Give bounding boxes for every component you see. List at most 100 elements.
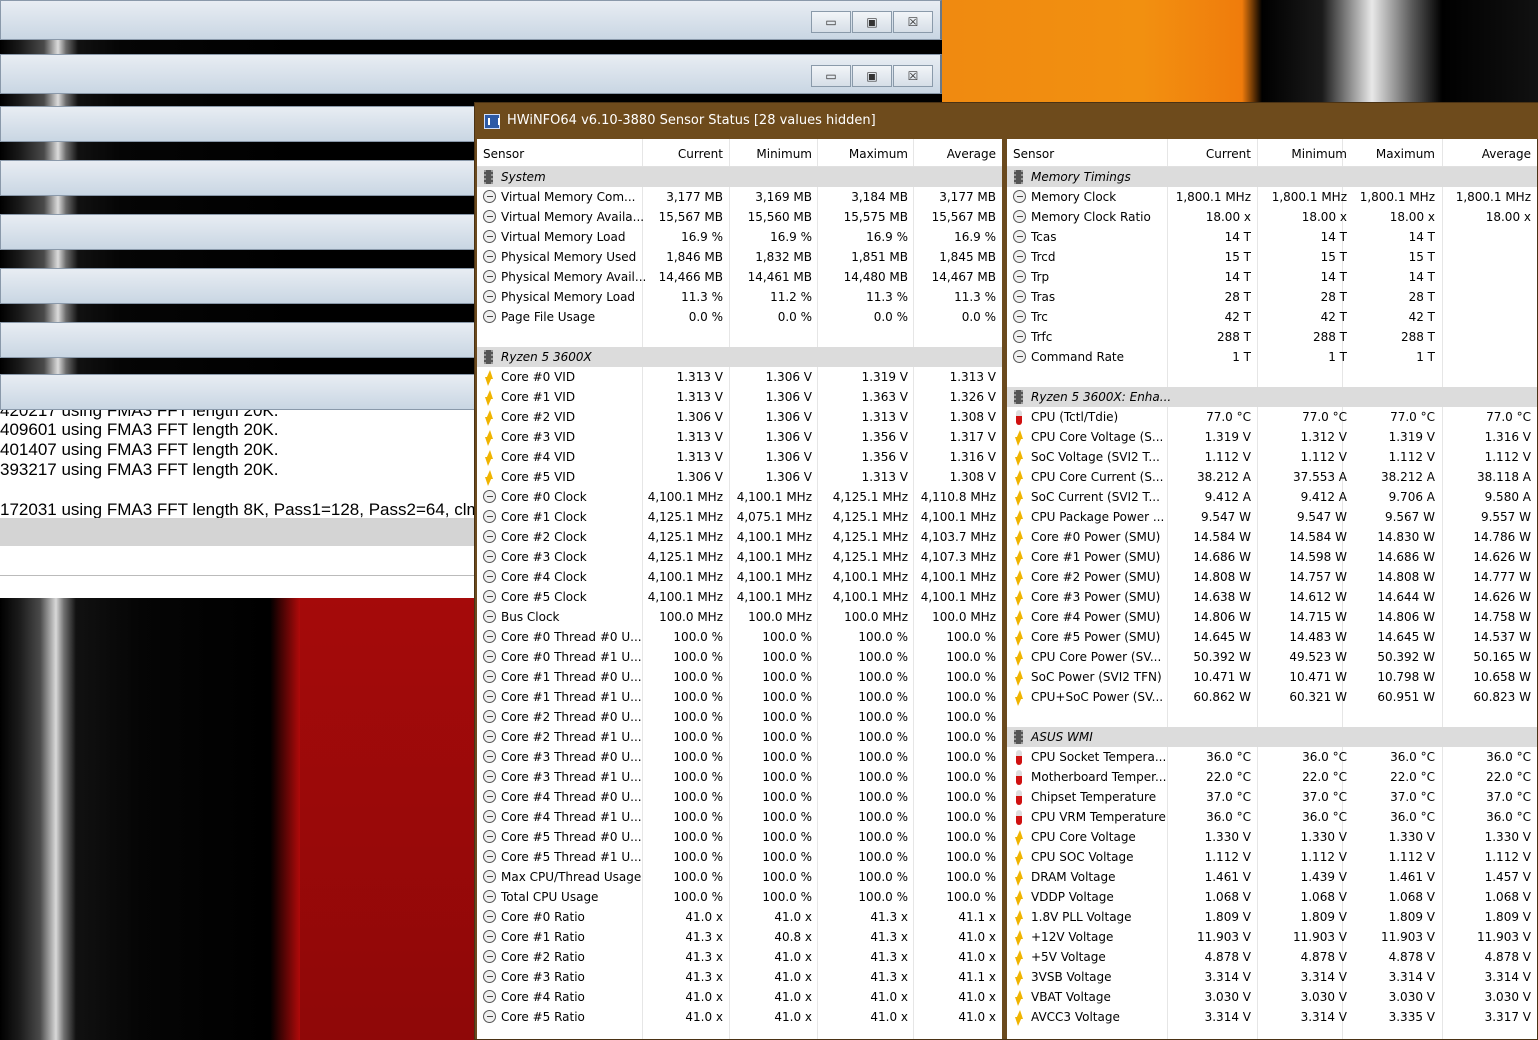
sensor-row[interactable]: Core #2 Power (SMU) 14.808 W 14.757 W 14.80… [1007,567,1537,587]
column-header-sensor[interactable]: Sensor [1013,147,1054,161]
sensor-row[interactable]: SoC Current (SVI2 T... 9.412 A 9.412 A 9.70… [1007,487,1537,507]
sensor-row[interactable]: Core #3 Ratio 41.3 x 41.0 x 41.3 x 41.1 x [477,967,1002,987]
sensor-row[interactable]: Bus Clock 100.0 MHz 100.0 MHz 100.0 MHz 100.… [477,607,1002,627]
sensor-row[interactable]: Core #2 Thread #0 U... 100.0 % 100.0 % 100.… [477,707,1002,727]
sensor-row[interactable]: Trfc 288 T 288 T 288 T [1007,327,1537,347]
sensor-row[interactable]: CPU SOC Voltage 1.112 V 1.112 V 1.112 V 1.11… [1007,847,1537,867]
column-header-sensor[interactable]: Sensor [483,147,524,161]
sensor-row[interactable]: Core #0 Ratio 41.0 x 41.0 x 41.3 x 41.1 x [477,907,1002,927]
sensor-row[interactable]: Core #5 Clock 4,100.1 MHz 4,100.1 MHz 4,100… [477,587,1002,607]
sensor-row[interactable]: Chipset Temperature 37.0 °C 37.0 °C 37.0 °C… [1007,787,1537,807]
sensor-row[interactable]: Core #0 Clock 4,100.1 MHz 4,100.1 MHz 4,125… [477,487,1002,507]
minimize-button[interactable]: ▭ [811,11,851,33]
sensor-row[interactable]: Trcd 15 T 15 T 15 T [1007,247,1537,267]
sensor-row[interactable]: CPU Core Voltage 1.330 V 1.330 V 1.330 V 1.3… [1007,827,1537,847]
sensor-row[interactable]: CPU Package Power ... 9.547 W 9.547 W 9.567… [1007,507,1537,527]
sensor-group-header[interactable]: System [477,167,1002,187]
sensor-row[interactable]: CPU Core Current (S... 38.212 A 37.553 A 38… [1007,467,1537,487]
column-header-average[interactable]: Average [1482,147,1531,161]
sensor-row[interactable]: Core #5 Thread #0 U... 100.0 % 100.0 % 100.… [477,827,1002,847]
column-header-minimum[interactable]: Minimum [1291,147,1347,161]
sensor-row[interactable]: Core #4 VID 1.313 V 1.306 V 1.356 V 1.316 V [477,447,1002,467]
sensor-row[interactable]: Tras 28 T 28 T 28 T [1007,287,1537,307]
sensor-row[interactable]: Max CPU/Thread Usage 100.0 % 100.0 % 100.0 … [477,867,1002,887]
sensor-row[interactable]: AVCC3 Voltage 3.314 V 3.314 V 3.335 V 3.317 … [1007,1007,1537,1027]
sensor-row[interactable]: Core #4 Power (SMU) 14.806 W 14.715 W 14.80… [1007,607,1537,627]
sensor-row[interactable]: Physical Memory Used 1,846 MB 1,832 MB 1,85… [477,247,1002,267]
sensor-row[interactable]: 1.8V PLL Voltage 1.809 V 1.809 V 1.809 V 1.8… [1007,907,1537,927]
background-window-1[interactable]: ▭ ▣ ☒ [0,0,942,40]
column-header-maximum[interactable]: Maximum [849,147,908,161]
sensor-row[interactable]: Core #3 Clock 4,125.1 MHz 4,100.1 MHz 4,125… [477,547,1002,567]
sensor-panel-right[interactable]: Sensor Current Minimum Maximum Average Memory… [1007,139,1537,1039]
sensor-row[interactable]: Physical Memory Avail... 14,466 MB 14,461 … [477,267,1002,287]
sensor-row[interactable]: 3VSB Voltage 3.314 V 3.314 V 3.314 V 3.314 V [1007,967,1537,987]
sensor-row[interactable]: DRAM Voltage 1.461 V 1.439 V 1.461 V 1.457 V [1007,867,1537,887]
maximize-button[interactable]: ▣ [852,65,892,87]
column-header-maximum[interactable]: Maximum [1376,147,1435,161]
sensor-group-header[interactable]: Ryzen 5 3600X: Enha... [1007,387,1537,407]
sensor-row[interactable]: SoC Voltage (SVI2 T... 1.112 V 1.112 V 1.11… [1007,447,1537,467]
sensor-row[interactable]: VDDP Voltage 1.068 V 1.068 V 1.068 V 1.068 V [1007,887,1537,907]
sensor-row[interactable]: Core #3 Thread #1 U... 100.0 % 100.0 % 100.… [477,767,1002,787]
column-header-average[interactable]: Average [947,147,996,161]
console-window[interactable]: 420217 using FMA3 FFT length 20K. 409601… [0,410,476,598]
sensor-row[interactable]: +12V Voltage 11.903 V 11.903 V 11.903 V 11.9… [1007,927,1537,947]
background-window-2[interactable]: ▭ ▣ ☒ [0,54,942,94]
sensor-row[interactable]: Trc 42 T 42 T 42 T [1007,307,1537,327]
column-header-minimum[interactable]: Minimum [756,147,812,161]
sensor-row[interactable]: CPU Socket Tempera... 36.0 °C 36.0 °C 36.0 … [1007,747,1537,767]
sensor-row[interactable]: Memory Clock 1,800.1 MHz 1,800.1 MHz 1,800.… [1007,187,1537,207]
sensor-row[interactable]: CPU Core Power (SV... 50.392 W 49.523 W 50.… [1007,647,1537,667]
sensor-panel-left[interactable]: Sensor Current Minimum Maximum Average System… [477,139,1002,1039]
minimize-button[interactable]: ▭ [811,65,851,87]
window-titlebar[interactable]: HWiNFO64 v6.10-3880 Sensor Status [28 va… [475,103,1538,139]
sensor-row[interactable]: +5V Voltage 4.878 V 4.878 V 4.878 V 4.878 V [1007,947,1537,967]
sensor-row[interactable]: Total CPU Usage 100.0 % 100.0 % 100.0 % 100.… [477,887,1002,907]
sensor-row[interactable]: Core #3 VID 1.313 V 1.306 V 1.356 V 1.317 V [477,427,1002,447]
sensor-row[interactable]: Core #5 VID 1.306 V 1.306 V 1.313 V 1.308 V [477,467,1002,487]
hwinfo-window[interactable]: HWiNFO64 v6.10-3880 Sensor Status [28 va… [474,102,1538,1040]
sensor-row[interactable]: Core #4 Thread #1 U... 100.0 % 100.0 % 100.… [477,807,1002,827]
sensor-row[interactable]: Core #3 Thread #0 U... 100.0 % 100.0 % 100.… [477,747,1002,767]
sensor-row[interactable]: Tcas 14 T 14 T 14 T [1007,227,1537,247]
sensor-row[interactable]: CPU Core Voltage (S... 1.319 V 1.312 V 1.31… [1007,427,1537,447]
sensor-row[interactable]: Virtual Memory Availa... 15,567 MB 15,560 … [477,207,1002,227]
sensor-row[interactable]: Core #4 Thread #0 U... 100.0 % 100.0 % 100.… [477,787,1002,807]
sensor-row[interactable]: VBAT Voltage 3.030 V 3.030 V 3.030 V 3.030 V [1007,987,1537,1007]
sensor-row[interactable]: Core #5 Thread #1 U... 100.0 % 100.0 % 100.… [477,847,1002,867]
sensor-row[interactable]: Core #1 Clock 4,125.1 MHz 4,075.1 MHz 4,125… [477,507,1002,527]
sensor-row[interactable]: Trp 14 T 14 T 14 T [1007,267,1537,287]
sensor-row[interactable]: Motherboard Temper... 22.0 °C 22.0 °C 22.0 … [1007,767,1537,787]
sensor-row[interactable]: Core #2 Thread #1 U... 100.0 % 100.0 % 100.… [477,727,1002,747]
column-header-current[interactable]: Current [1206,147,1251,161]
sensor-row[interactable]: Core #0 Power (SMU) 14.584 W 14.584 W 14.83… [1007,527,1537,547]
sensor-row[interactable]: CPU (Tctl/Tdie) 77.0 °C 77.0 °C 77.0 °C 77.0… [1007,407,1537,427]
console-scrollbar[interactable] [0,518,475,546]
maximize-button[interactable]: ▣ [852,11,892,33]
sensor-row[interactable]: Page File Usage 0.0 % 0.0 % 0.0 % 0.0 % [477,307,1002,327]
column-header-current[interactable]: Current [678,147,723,161]
sensor-row[interactable]: Core #5 Power (SMU) 14.645 W 14.483 W 14.64… [1007,627,1537,647]
close-button[interactable]: ☒ [893,65,933,87]
sensor-row[interactable]: Core #4 Clock 4,100.1 MHz 4,100.1 MHz 4,100… [477,567,1002,587]
sensor-row[interactable]: Core #1 VID 1.313 V 1.306 V 1.363 V 1.326 V [477,387,1002,407]
sensor-row[interactable]: Core #1 Thread #1 U... 100.0 % 100.0 % 100.… [477,687,1002,707]
sensor-group-header[interactable]: Memory Timings [1007,167,1537,187]
sensor-row[interactable]: Core #1 Power (SMU) 14.686 W 14.598 W 14.68… [1007,547,1537,567]
sensor-row[interactable]: Core #0 Thread #0 U... 100.0 % 100.0 % 100.… [477,627,1002,647]
sensor-row[interactable]: Memory Clock Ratio 18.00 x 18.00 x 18.00 x 1… [1007,207,1537,227]
sensor-row[interactable]: Core #2 Ratio 41.3 x 41.0 x 41.3 x 41.0 x [477,947,1002,967]
sensor-row[interactable]: Core #2 Clock 4,125.1 MHz 4,100.1 MHz 4,125… [477,527,1002,547]
sensor-row[interactable]: Physical Memory Load 11.3 % 11.2 % 11.3 % 11… [477,287,1002,307]
sensor-row[interactable]: Core #0 VID 1.313 V 1.306 V 1.319 V 1.313 V [477,367,1002,387]
sensor-row[interactable]: CPU+SoC Power (SV... 60.862 W 60.321 W 60.9… [1007,687,1537,707]
sensor-row[interactable]: CPU VRM Temperature 36.0 °C 36.0 °C 36.0 °C… [1007,807,1537,827]
sensor-row[interactable]: Command Rate 1 T 1 T 1 T [1007,347,1537,367]
close-button[interactable]: ☒ [893,11,933,33]
sensor-group-header[interactable]: Ryzen 5 3600X [477,347,1002,367]
sensor-group-header[interactable]: ASUS WMI [1007,727,1537,747]
sensor-row[interactable]: Core #5 Ratio 41.0 x 41.0 x 41.0 x 41.0 x [477,1007,1002,1027]
sensor-row[interactable]: Core #0 Thread #1 U... 100.0 % 100.0 % 100.… [477,647,1002,667]
sensor-row[interactable]: Core #3 Power (SMU) 14.638 W 14.612 W 14.64… [1007,587,1537,607]
